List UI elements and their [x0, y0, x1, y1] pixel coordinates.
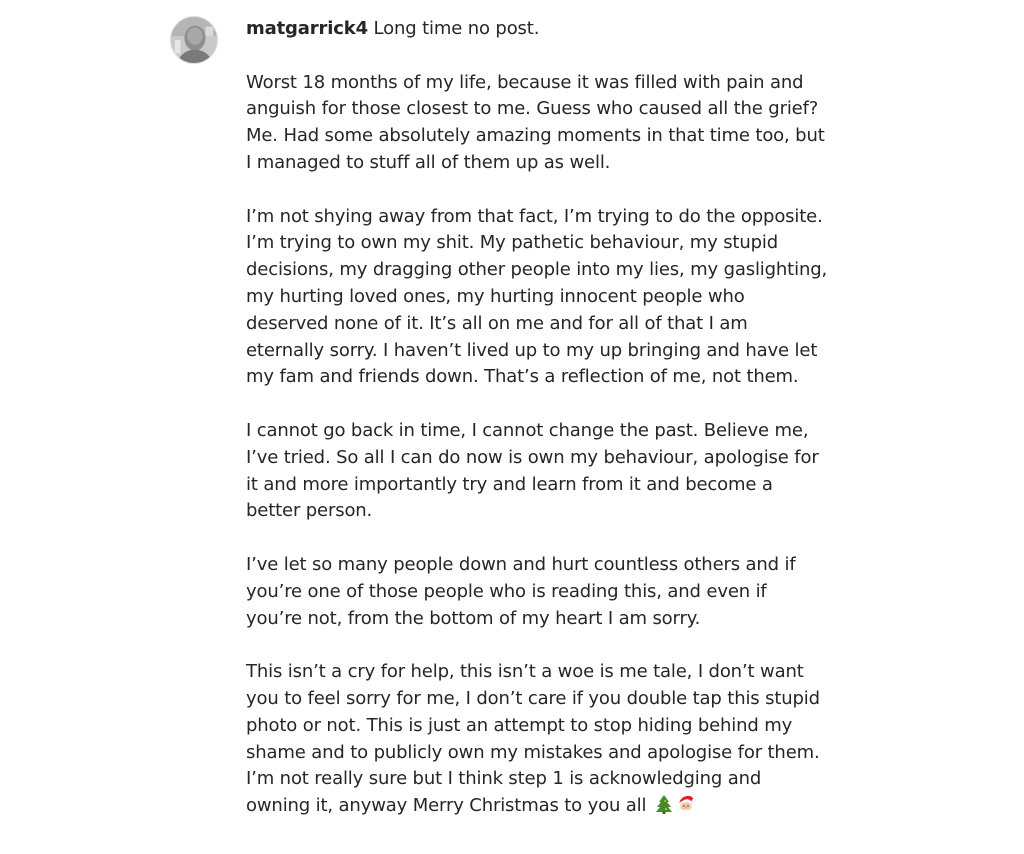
caption-line: photo or not. This is just an attempt to…	[246, 714, 793, 736]
caption-line: I’ve let so many people down and hurt co…	[246, 553, 796, 575]
caption-paragraph: This isn’t a cry for help, this isn’t a …	[246, 659, 866, 766]
caption-paragraphs: Worst 18 months of my life, because it w…	[246, 70, 866, 767]
caption-paragraph: Worst 18 months of my life, because it w…	[246, 70, 866, 177]
caption-line: anguish for those closest to me. Guess w…	[246, 98, 819, 120]
caption-line: I’m trying to own my shit. My pathetic b…	[246, 232, 778, 254]
instagram-post-caption: matgarrick4 Long time no post. Worst 18 …	[0, 0, 1024, 854]
caption-line: deserved none of it. It’s all on me and …	[246, 312, 748, 334]
caption-line: I managed to stuff all of them up as wel…	[246, 151, 611, 173]
caption-line: Worst 18 months of my life, because it w…	[246, 71, 804, 93]
profile-photo-icon	[171, 17, 217, 63]
caption-first-line: matgarrick4 Long time no post.	[246, 16, 866, 43]
caption-line: decisions, my dragging other people into…	[246, 259, 828, 281]
caption-line: matgarrick4 Long time no post.	[246, 16, 866, 43]
caption-line: Me. Had some absolutely amazing moments …	[246, 125, 825, 147]
avatar[interactable]	[170, 16, 218, 64]
caption-line: you’re one of those people who is readin…	[246, 580, 767, 602]
caption-paragraph: I’m not shying away from that fact, I’m …	[246, 204, 866, 392]
caption-line: owning it, anyway Merry Christmas to you…	[246, 793, 866, 820]
username-link[interactable]: matgarrick4	[246, 18, 368, 39]
caption-line: I’m not really sure but I think step 1 i…	[246, 768, 762, 790]
caption-line: I’m not shying away from that fact, I’m …	[246, 205, 823, 227]
caption-text: owning it, anyway Merry Christmas to you…	[246, 795, 652, 817]
caption-line: it and more importantly try and learn fr…	[246, 473, 773, 495]
caption-paragraph: I’ve let so many people down and hurt co…	[246, 552, 866, 632]
caption-paragraph-last: I’m not really sure but I think step 1 i…	[246, 766, 866, 820]
caption-text: Long time no post.	[367, 18, 540, 39]
caption-line: shame and to publicly own my mistakes an…	[246, 741, 820, 763]
caption-line: This isn’t a cry for help, this isn’t a …	[246, 661, 804, 683]
caption-line: I cannot go back in time, I cannot chang…	[246, 419, 809, 441]
post-caption: matgarrick4 Long time no post. Worst 18 …	[246, 16, 866, 820]
caption-line: I’ve tried. So all I can do now is own m…	[246, 446, 819, 468]
santa-face-icon	[676, 794, 696, 814]
caption-line: you’re not, from the bottom of my heart …	[246, 607, 701, 629]
caption-line: better person.	[246, 500, 373, 522]
caption-line: my hurting loved ones, my hurting innoce…	[246, 285, 745, 307]
christmas-tree-icon	[654, 794, 674, 815]
caption-paragraph: I cannot go back in time, I cannot chang…	[246, 418, 866, 525]
caption-line: eternally sorry. I haven’t lived up to m…	[246, 339, 818, 361]
caption-line: you to feel sorry for me, I don’t care i…	[246, 687, 820, 709]
caption-line: my fam and friends down. That’s a reflec…	[246, 366, 799, 388]
